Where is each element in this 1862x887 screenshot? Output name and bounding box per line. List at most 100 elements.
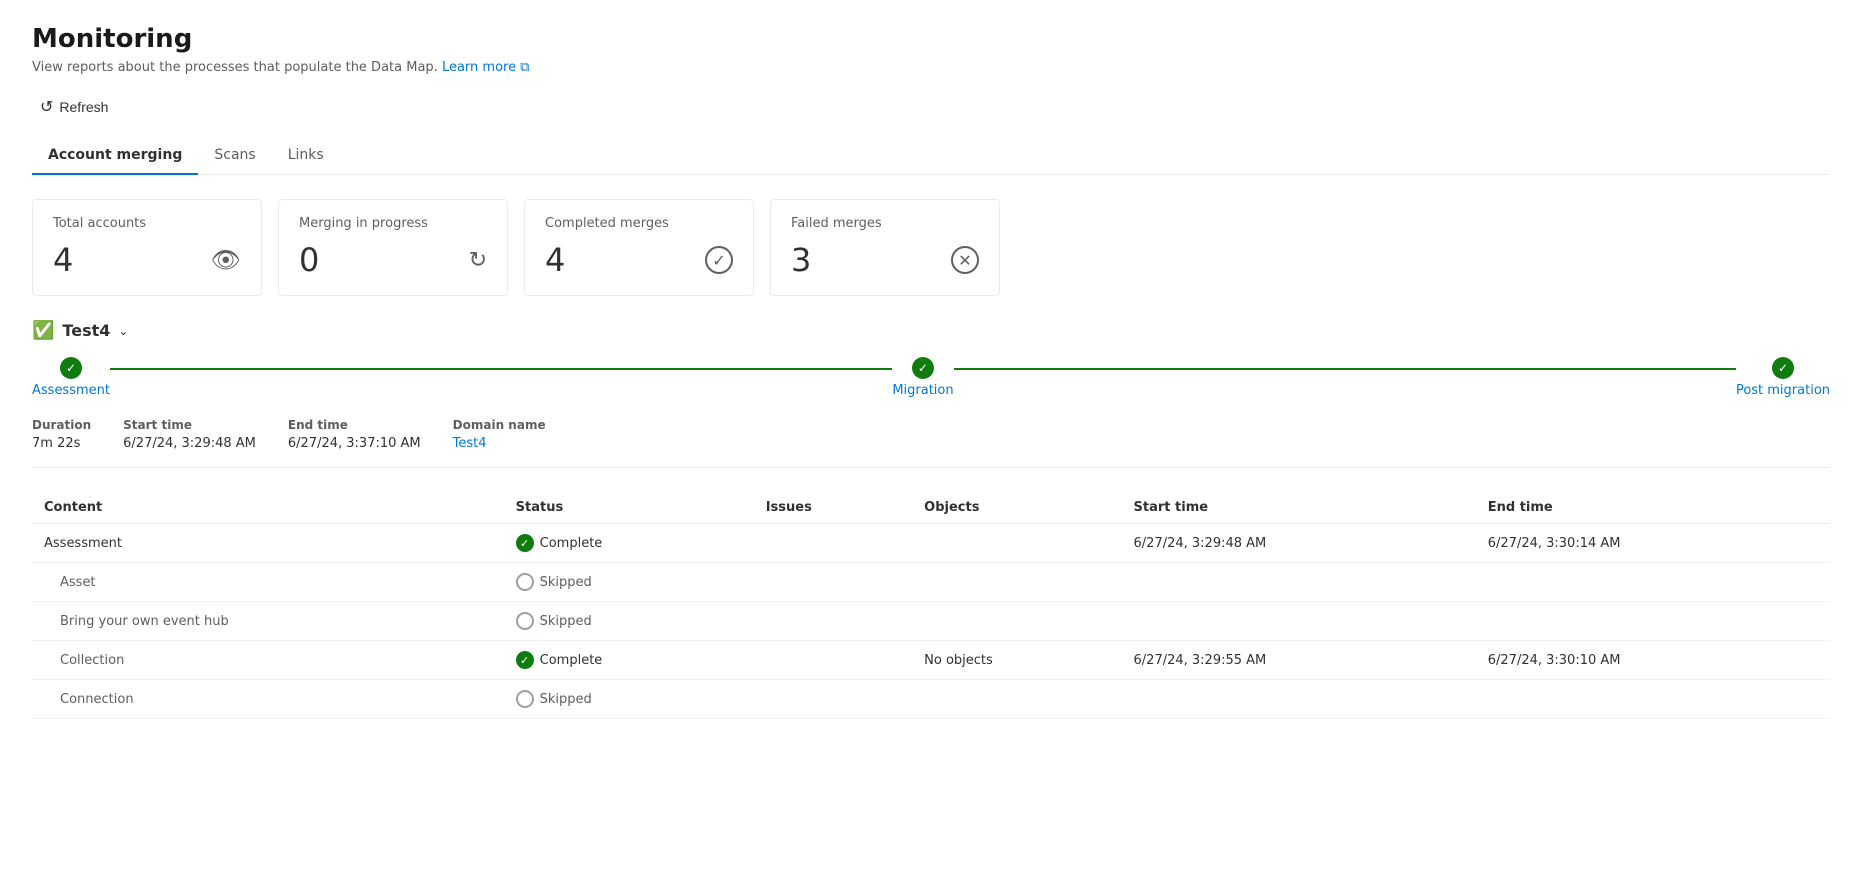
stat-value-merging-in-progress: 0 bbox=[299, 241, 319, 279]
pipeline-step-assessment: ✓ Assessment bbox=[32, 357, 110, 398]
cell-start-time-assessment-row: 6/27/24, 3:29:48 AM bbox=[1122, 524, 1476, 563]
cell-issues-collection-row bbox=[754, 641, 912, 680]
cell-objects-asset-row bbox=[912, 563, 1121, 602]
detail-start-time-value: 6/27/24, 3:29:48 AM bbox=[123, 436, 256, 451]
cell-status-connection-row: Skipped bbox=[504, 680, 754, 719]
detail-start-time-label: Start time bbox=[123, 418, 256, 432]
pipeline-step-migration: ✓ Migration bbox=[892, 357, 953, 398]
detail-duration-value: 7m 22s bbox=[32, 436, 91, 451]
col-header-status: Status bbox=[504, 492, 754, 524]
step-label-post-migration[interactable]: Post migration bbox=[1736, 383, 1830, 398]
stat-card-completed-merges: Completed merges 4 ✓ bbox=[524, 199, 754, 296]
stat-label-failed-merges: Failed merges bbox=[791, 216, 979, 231]
refresh-button[interactable]: ↺ Refresh bbox=[32, 93, 116, 121]
complete-icon: ✓ bbox=[516, 651, 534, 669]
tab-account-merging[interactable]: Account merging bbox=[32, 137, 198, 175]
table-row: Bring your own event hubSkipped bbox=[32, 602, 1830, 641]
skipped-icon bbox=[516, 573, 534, 591]
skipped-icon bbox=[516, 690, 534, 708]
col-header-start-time: Start time bbox=[1122, 492, 1476, 524]
detail-domain-name-label: Domain name bbox=[453, 418, 546, 432]
external-link-icon: ⧉ bbox=[520, 60, 529, 75]
stat-value-total-accounts: 4 bbox=[53, 241, 73, 279]
main-container: Monitoring View reports about the proces… bbox=[0, 0, 1862, 887]
cell-status-collection-row: ✓Complete bbox=[504, 641, 754, 680]
eye-icon: 👁 bbox=[211, 246, 241, 274]
refresh-icon: ↺ bbox=[40, 97, 53, 117]
table-body: Assessment✓Complete6/27/24, 3:29:48 AM6/… bbox=[32, 524, 1830, 719]
table-row: Collection✓CompleteNo objects6/27/24, 3:… bbox=[32, 641, 1830, 680]
col-header-end-time: End time bbox=[1476, 492, 1830, 524]
page-title: Monitoring bbox=[32, 24, 1830, 54]
table-header-row: Content Status Issues Objects Start time… bbox=[32, 492, 1830, 524]
detail-end-time-value: 6/27/24, 3:37:10 AM bbox=[288, 436, 421, 451]
detail-duration-label: Duration bbox=[32, 418, 91, 432]
table-row: Assessment✓Complete6/27/24, 3:29:48 AM6/… bbox=[32, 524, 1830, 563]
cell-start-time-asset-row bbox=[1122, 563, 1476, 602]
col-header-objects: Objects bbox=[912, 492, 1121, 524]
check-circle-icon: ✓ bbox=[705, 246, 733, 274]
step-dot-migration: ✓ bbox=[912, 357, 934, 379]
cell-start-time-collection-row: 6/27/24, 3:29:55 AM bbox=[1122, 641, 1476, 680]
step-dot-assessment: ✓ bbox=[60, 357, 82, 379]
cell-objects-byoeh-row bbox=[912, 602, 1121, 641]
cell-issues-asset-row bbox=[754, 563, 912, 602]
cell-content-connection-row: Connection bbox=[32, 680, 504, 719]
skipped-icon bbox=[516, 612, 534, 630]
detail-end-time-label: End time bbox=[288, 418, 421, 432]
table-row: AssetSkipped bbox=[32, 563, 1830, 602]
cell-content-assessment-row: Assessment bbox=[32, 524, 504, 563]
stat-card-failed-merges: Failed merges 3 ✕ bbox=[770, 199, 1000, 296]
stat-value-failed-merges: 3 bbox=[791, 241, 811, 279]
cell-issues-connection-row bbox=[754, 680, 912, 719]
detail-end-time: End time 6/27/24, 3:37:10 AM bbox=[288, 418, 421, 451]
detail-domain-name-value[interactable]: Test4 bbox=[453, 436, 546, 451]
col-header-content: Content bbox=[32, 492, 504, 524]
step-label-assessment[interactable]: Assessment bbox=[32, 383, 110, 398]
stats-row: Total accounts 4 👁 Merging in progress 0… bbox=[32, 199, 1830, 296]
stat-card-merging-in-progress: Merging in progress 0 ↻ bbox=[278, 199, 508, 296]
stat-card-total-accounts: Total accounts 4 👁 bbox=[32, 199, 262, 296]
cell-status-asset-row: Skipped bbox=[504, 563, 754, 602]
col-header-issues: Issues bbox=[754, 492, 912, 524]
stat-label-merging-in-progress: Merging in progress bbox=[299, 216, 487, 231]
cell-objects-collection-row: No objects bbox=[912, 641, 1121, 680]
stat-value-completed-merges: 4 bbox=[545, 241, 565, 279]
learn-more-link[interactable]: Learn more ⧉ bbox=[442, 60, 530, 75]
sync-icon: ↻ bbox=[469, 248, 487, 273]
section-header: ✅ Test4 ⌄ bbox=[32, 320, 1830, 341]
table-header: Content Status Issues Objects Start time… bbox=[32, 492, 1830, 524]
cell-objects-connection-row bbox=[912, 680, 1121, 719]
cell-end-time-assessment-row: 6/27/24, 3:30:14 AM bbox=[1476, 524, 1830, 563]
step-label-migration[interactable]: Migration bbox=[892, 383, 953, 398]
toolbar: ↺ Refresh bbox=[32, 93, 1830, 129]
tab-scans[interactable]: Scans bbox=[198, 137, 271, 175]
tab-links[interactable]: Links bbox=[272, 137, 340, 175]
step-line-1 bbox=[110, 368, 892, 370]
table-row: ConnectionSkipped bbox=[32, 680, 1830, 719]
stat-label-total-accounts: Total accounts bbox=[53, 216, 241, 231]
complete-icon: ✓ bbox=[516, 534, 534, 552]
cell-end-time-connection-row bbox=[1476, 680, 1830, 719]
stat-label-completed-merges: Completed merges bbox=[545, 216, 733, 231]
details-row: Duration 7m 22s Start time 6/27/24, 3:29… bbox=[32, 418, 1830, 468]
step-line-2 bbox=[954, 368, 1736, 370]
cell-objects-assessment-row bbox=[912, 524, 1121, 563]
x-circle-icon: ✕ bbox=[951, 246, 979, 274]
detail-duration: Duration 7m 22s bbox=[32, 418, 91, 451]
cell-start-time-byoeh-row bbox=[1122, 602, 1476, 641]
detail-domain-name: Domain name Test4 bbox=[453, 418, 546, 451]
chevron-down-icon[interactable]: ⌄ bbox=[118, 324, 128, 338]
cell-content-byoeh-row: Bring your own event hub bbox=[32, 602, 504, 641]
step-dot-post-migration: ✓ bbox=[1772, 357, 1794, 379]
detail-start-time: Start time 6/27/24, 3:29:48 AM bbox=[123, 418, 256, 451]
cell-issues-assessment-row bbox=[754, 524, 912, 563]
pipeline-steps: ✓ Assessment ✓ Migration ✓ Post migratio… bbox=[32, 357, 1830, 398]
section-title: Test4 bbox=[62, 321, 110, 340]
cell-issues-byoeh-row bbox=[754, 602, 912, 641]
cell-status-byoeh-row: Skipped bbox=[504, 602, 754, 641]
content-table: Content Status Issues Objects Start time… bbox=[32, 492, 1830, 719]
pipeline-step-post-migration: ✓ Post migration bbox=[1736, 357, 1830, 398]
page-subtitle: View reports about the processes that po… bbox=[32, 60, 1830, 75]
tabs-container: Account merging Scans Links bbox=[32, 137, 1830, 175]
